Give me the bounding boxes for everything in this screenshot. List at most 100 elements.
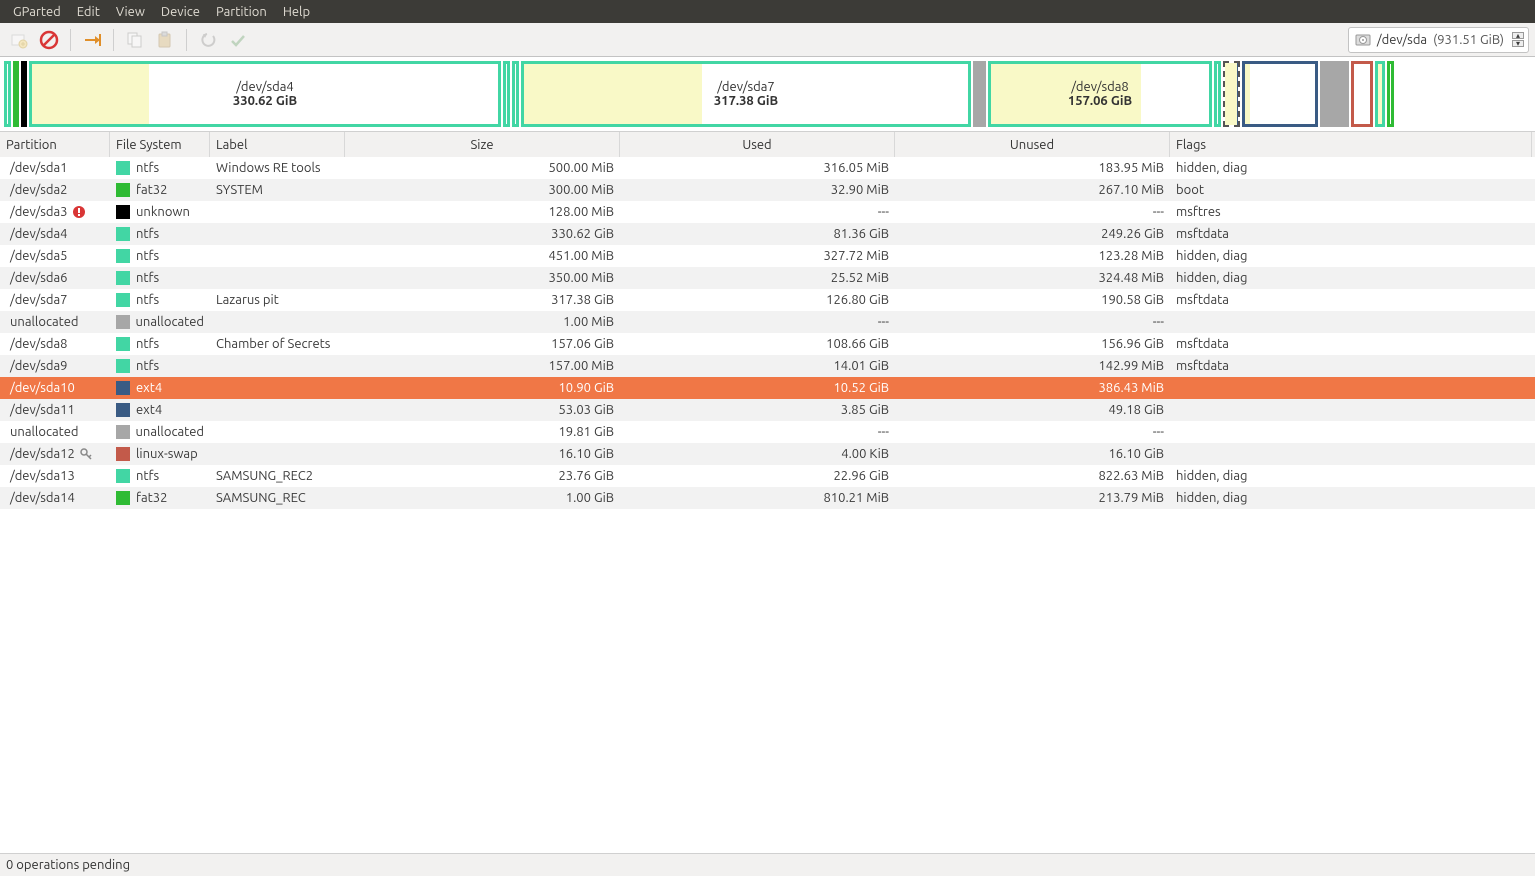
device-spinner[interactable]: ▴ ▾ [1512,32,1524,47]
cell-partition: /dev/sda13 [0,465,110,487]
cell-used: 14.01 GiB [620,355,895,377]
cell-filesystem: fat32 [110,179,210,201]
apply-button[interactable] [225,27,251,53]
table-row[interactable]: /dev/sda7ntfsLazarus pit317.38 GiB126.80… [0,289,1535,311]
column-header[interactable]: Partition [0,132,110,157]
copy-button[interactable] [122,27,148,53]
cell-label: SYSTEM [210,179,345,201]
table-row[interactable]: /dev/sda5ntfs451.00 MiB327.72 MiB123.28 … [0,245,1535,267]
column-header[interactable]: Label [210,132,345,157]
column-header[interactable]: File System [110,132,210,157]
fs-swatch [116,469,130,483]
table-row[interactable]: /dev/sda2fat32SYSTEM300.00 MiB32.90 MiB2… [0,179,1535,201]
undo-button[interactable] [195,27,221,53]
cell-label [210,311,345,333]
map-partition[interactable] [512,61,519,127]
menu-help[interactable]: Help [275,5,318,19]
resize-move-icon [82,30,102,50]
map-partition[interactable] [13,61,19,127]
fs-swatch [116,227,130,241]
cell-partition: /dev/sda14 [0,487,110,509]
cell-flags [1170,421,1532,443]
map-partition[interactable] [1223,61,1240,127]
cell-filesystem: unallocated [110,421,210,443]
map-partition[interactable] [1351,61,1373,127]
table-row[interactable]: /dev/sda12linux-swap16.10 GiB4.00 KiB16.… [0,443,1535,465]
cell-used: 81.36 GiB [620,223,895,245]
table-row[interactable]: /dev/sda11ext453.03 GiB3.85 GiB49.18 GiB [0,399,1535,421]
column-header[interactable]: Flags [1170,132,1532,157]
cell-unused: 386.43 MiB [895,377,1170,399]
fs-swatch [116,161,130,175]
menu-view[interactable]: View [108,5,153,19]
cell-used: 3.85 GiB [620,399,895,421]
cell-flags: hidden, diag [1170,487,1532,509]
cell-size: 10.90 GiB [345,377,620,399]
menu-device[interactable]: Device [153,5,208,19]
cell-unused: 190.58 GiB [895,289,1170,311]
delete-button[interactable] [36,27,62,53]
menu-edit[interactable]: Edit [69,5,108,19]
statusbar: 0 operations pending [0,854,1535,876]
table-row[interactable]: unallocatedunallocated1.00 MiB------ [0,311,1535,333]
map-partition[interactable]: /dev/sda8157.06 GiB [988,61,1212,127]
cell-filesystem: ntfs [110,465,210,487]
menu-gparted[interactable]: GParted [5,5,69,19]
cell-unused: --- [895,311,1170,333]
map-partition[interactable] [1242,61,1318,127]
cell-label [210,223,345,245]
map-partition[interactable] [503,61,510,127]
column-header[interactable]: Size [345,132,620,157]
table-row[interactable]: /dev/sda3unknown128.00 MiB------msftres [0,201,1535,223]
partition-map[interactable]: /dev/sda4330.62 GiB/dev/sda7317.38 GiB/d… [0,57,1535,132]
table-row[interactable]: /dev/sda6ntfs350.00 MiB25.52 MiB324.48 M… [0,267,1535,289]
table-row[interactable]: /dev/sda13ntfsSAMSUNG_REC223.76 GiB22.96… [0,465,1535,487]
device-selector[interactable]: /dev/sda (931.51 GiB) ▴ ▾ [1348,27,1529,53]
map-partition[interactable]: /dev/sda7317.38 GiB [521,61,971,127]
cell-used: --- [620,201,895,223]
cell-unused: 49.18 GiB [895,399,1170,421]
fs-swatch [116,381,130,395]
cell-flags: boot [1170,179,1532,201]
cell-used: 4.00 KiB [620,443,895,465]
cell-label [210,377,345,399]
cell-flags: msftdata [1170,333,1532,355]
cell-unused: 142.99 MiB [895,355,1170,377]
cell-unused: 267.10 MiB [895,179,1170,201]
cell-flags: msftdata [1170,355,1532,377]
cell-flags: hidden, diag [1170,465,1532,487]
map-partition[interactable] [1375,61,1385,127]
fs-swatch [116,447,130,461]
paste-button[interactable] [152,27,178,53]
map-partition[interactable] [21,61,27,127]
map-partition[interactable] [1214,61,1221,127]
map-unallocated[interactable] [1320,61,1349,127]
map-partition[interactable] [4,61,11,127]
table-row[interactable]: unallocatedunallocated19.81 GiB------ [0,421,1535,443]
cell-partition: unallocated [0,311,110,333]
map-partition[interactable]: /dev/sda4330.62 GiB [29,61,501,127]
table-row[interactable]: /dev/sda9ntfs157.00 MiB14.01 GiB142.99 M… [0,355,1535,377]
cell-partition: /dev/sda9 [0,355,110,377]
column-header[interactable]: Unused [895,132,1170,157]
column-header[interactable]: Used [620,132,895,157]
table-row[interactable]: /dev/sda4ntfs330.62 GiB81.36 GiB249.26 G… [0,223,1535,245]
new-partition-button[interactable] [6,27,32,53]
menu-partition[interactable]: Partition [208,5,275,19]
map-unallocated[interactable] [973,61,986,127]
separator [186,29,187,51]
table-row[interactable]: /dev/sda10ext410.90 GiB10.52 GiB386.43 M… [0,377,1535,399]
table-row[interactable]: /dev/sda8ntfsChamber of Secrets157.06 Gi… [0,333,1535,355]
resize-move-button[interactable] [79,27,105,53]
cell-size: 157.06 GiB [345,333,620,355]
cell-label [210,245,345,267]
cell-filesystem: ntfs [110,267,210,289]
cell-size: 53.03 GiB [345,399,620,421]
table-row[interactable]: /dev/sda1ntfsWindows RE tools500.00 MiB3… [0,157,1535,179]
map-partition[interactable] [1387,61,1394,127]
cell-flags: msftdata [1170,223,1532,245]
partition-table: PartitionFile SystemLabelSizeUsedUnusedF… [0,132,1535,854]
warning-icon [72,205,86,219]
table-row[interactable]: /dev/sda14fat32SAMSUNG_REC1.00 GiB810.21… [0,487,1535,509]
fs-swatch [116,205,130,219]
